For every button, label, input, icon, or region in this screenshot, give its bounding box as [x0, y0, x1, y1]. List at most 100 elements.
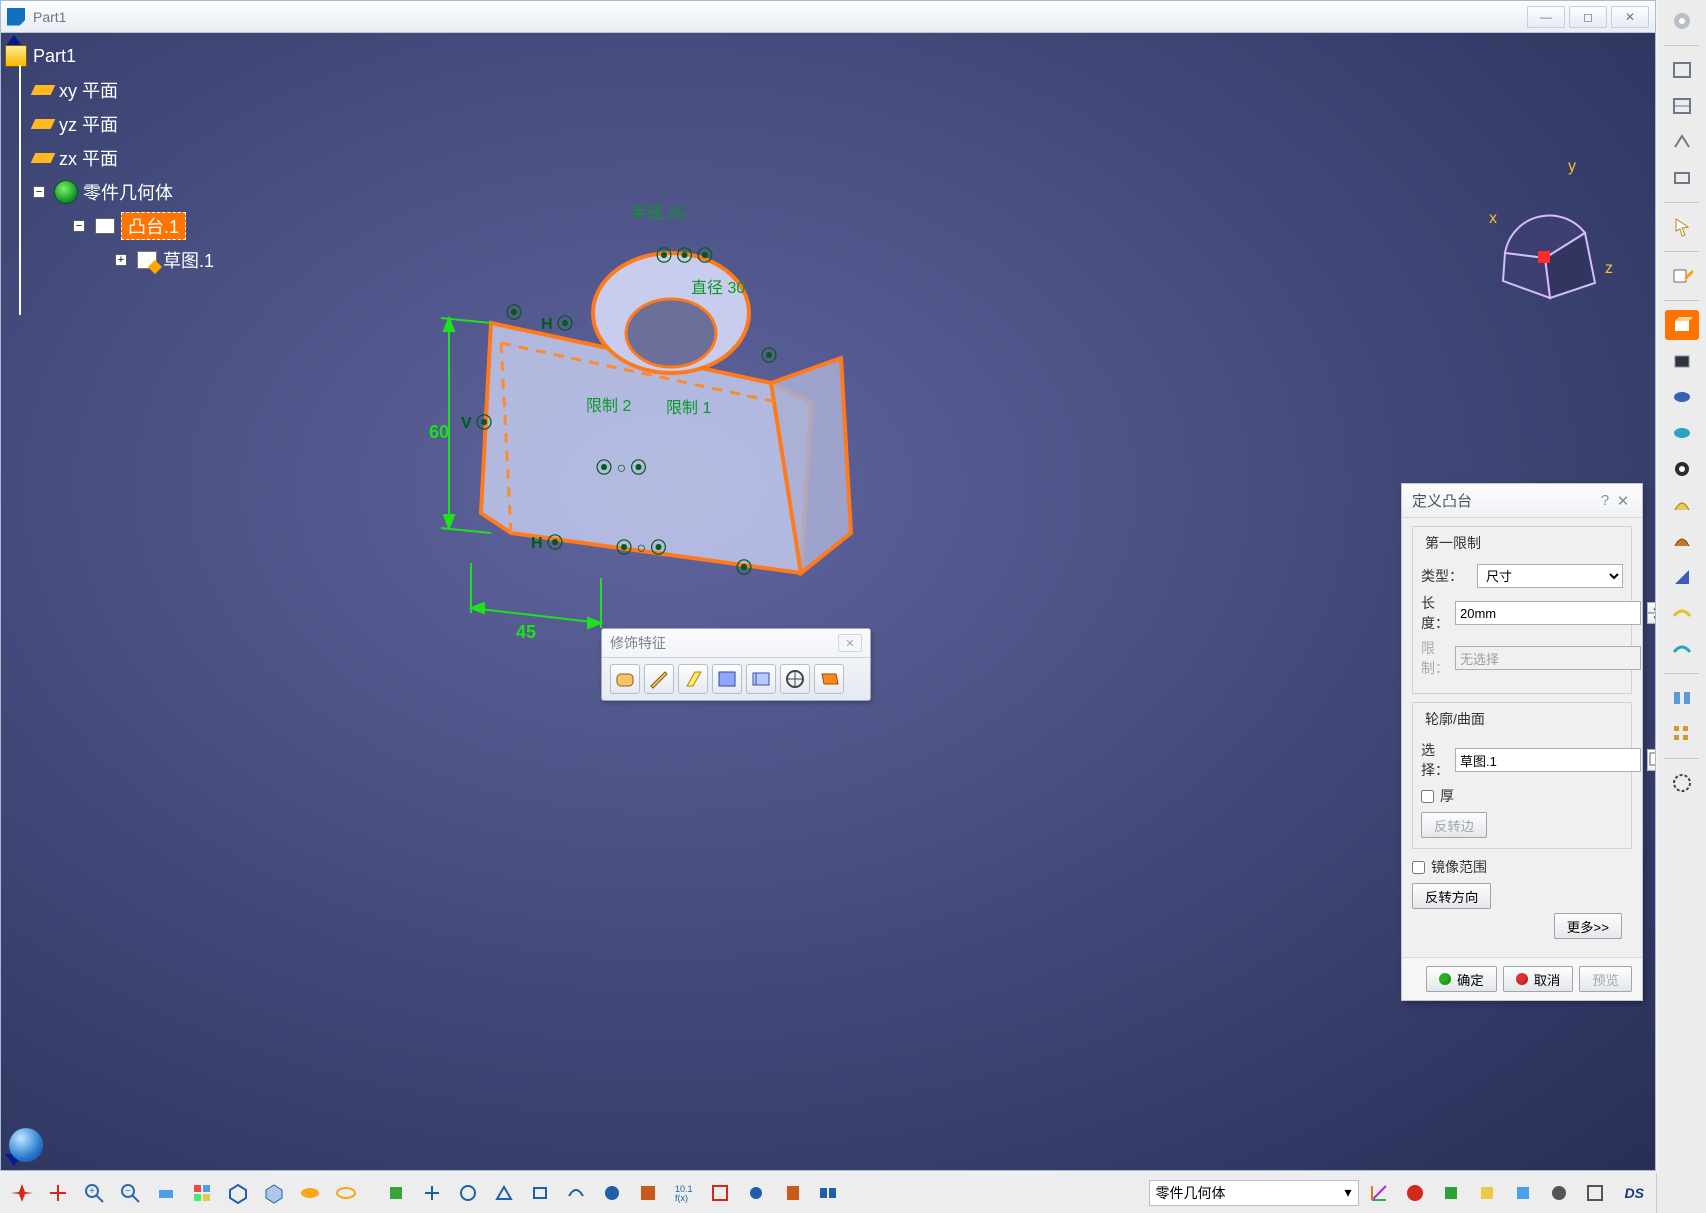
tree-partbody[interactable]: − 零件几何体 — [33, 175, 214, 209]
slot-tool-icon[interactable] — [1665, 526, 1699, 556]
svg-text:−: − — [125, 1186, 131, 1197]
fit-all-icon[interactable] — [1665, 768, 1699, 798]
tree-expander-icon[interactable]: − — [73, 220, 85, 232]
thread-button[interactable] — [780, 664, 810, 694]
part-root-icon — [5, 45, 27, 67]
tool-icon[interactable] — [1507, 1178, 1539, 1208]
dressup-toolbar[interactable]: 修饰特征 ✕ — [601, 628, 871, 701]
viewport-3d[interactable]: Part1 xy 平面 yz 平面 zx 平面 − 零件几何体 — [1, 33, 1655, 1170]
tree-plane-zx[interactable]: zx 平面 — [33, 141, 214, 175]
tool-icon[interactable] — [1543, 1178, 1575, 1208]
shading-icon[interactable] — [258, 1178, 290, 1208]
svg-text:⦿: ⦿ — [761, 347, 777, 365]
tool-icon[interactable] — [560, 1178, 592, 1208]
tool-icon[interactable] — [1435, 1178, 1467, 1208]
tool-icon[interactable] — [596, 1178, 628, 1208]
mirror-checkbox[interactable]: 镜像范围 — [1412, 857, 1632, 877]
tree-expander-icon[interactable]: − — [33, 186, 45, 198]
normal-view-icon[interactable] — [150, 1178, 182, 1208]
svg-text:⦿: ⦿ — [506, 304, 522, 322]
maximize-button[interactable]: ◻ — [1569, 6, 1607, 28]
tool-icon[interactable] — [452, 1178, 484, 1208]
tree-pad[interactable]: − 凸台.1 — [73, 209, 214, 243]
close-button[interactable]: ✕ — [1611, 6, 1649, 28]
plane-icon — [31, 119, 56, 129]
tool-icon[interactable] — [1579, 1178, 1611, 1208]
minimize-button[interactable]: — — [1527, 6, 1565, 28]
tool-icon[interactable]: 10.1f(x) — [668, 1178, 700, 1208]
wb-icon-3[interactable] — [1665, 127, 1699, 157]
tree-root[interactable]: Part1 — [5, 39, 214, 73]
tree-expander-icon[interactable]: + — [115, 254, 127, 266]
zoom-in-icon[interactable]: + — [78, 1178, 110, 1208]
length-spinner[interactable]: ▲▼ — [1647, 602, 1655, 624]
tree-sketch[interactable]: + 草图.1 — [115, 243, 214, 277]
multi-sections-icon[interactable] — [1665, 598, 1699, 628]
pocket-tool-icon[interactable] — [1665, 346, 1699, 376]
rib-tool-icon[interactable] — [1665, 490, 1699, 520]
wb-icon-1[interactable] — [1665, 55, 1699, 85]
partbody-icon — [55, 181, 77, 203]
tool-icon[interactable] — [704, 1178, 736, 1208]
tool-icon[interactable] — [776, 1178, 808, 1208]
profile-select-input[interactable] — [1455, 748, 1641, 772]
dialog-close-button[interactable]: ✕ — [1614, 492, 1632, 510]
tool-icon[interactable] — [524, 1178, 556, 1208]
reverse-direction-button[interactable]: 反转方向 — [1412, 883, 1491, 909]
axis-icon[interactable] — [1363, 1178, 1395, 1208]
groove-tool-icon[interactable] — [1665, 418, 1699, 448]
first-limit-legend: 第一限制 — [1421, 533, 1485, 553]
type-select[interactable]: 尺寸 — [1477, 564, 1623, 588]
svg-text:V ⦿: V ⦿ — [461, 414, 492, 432]
draft-button[interactable] — [678, 664, 708, 694]
tree-plane-yz[interactable]: yz 平面 — [33, 107, 214, 141]
ok-button[interactable]: 确定 — [1426, 966, 1497, 992]
compass[interactable]: y x z — [1455, 153, 1625, 303]
iso-view-icon[interactable] — [222, 1178, 254, 1208]
fillet-button[interactable] — [610, 664, 640, 694]
tool-icon[interactable] — [488, 1178, 520, 1208]
removed-multi-icon[interactable] — [1665, 634, 1699, 664]
thickness-button[interactable] — [746, 664, 776, 694]
shaft-tool-icon[interactable] — [1665, 382, 1699, 412]
cancel-button[interactable]: 取消 — [1503, 966, 1574, 992]
tool-icon[interactable] — [632, 1178, 664, 1208]
pad-tool-icon[interactable] — [1665, 310, 1699, 340]
hole-tool-icon[interactable] — [1665, 454, 1699, 484]
select-arrow-icon[interactable] — [1665, 212, 1699, 242]
mirror-tool-icon[interactable] — [1665, 683, 1699, 713]
swap-icon[interactable] — [330, 1178, 362, 1208]
settings-icon[interactable] — [1665, 6, 1699, 36]
hide-show-icon[interactable] — [294, 1178, 326, 1208]
sketch-edit-button[interactable] — [1647, 749, 1655, 771]
tool-icon[interactable] — [416, 1178, 448, 1208]
profile-group: 轮廓/曲面 选择： 厚 反转边 — [1412, 702, 1632, 849]
compass-toggle-icon[interactable] — [6, 1178, 38, 1208]
wb-icon-2[interactable] — [1665, 91, 1699, 121]
multi-view-icon[interactable] — [186, 1178, 218, 1208]
sketcher-icon[interactable] — [1665, 261, 1699, 291]
toolbar-close-button[interactable]: ✕ — [838, 634, 862, 652]
tree-plane-xy[interactable]: xy 平面 — [33, 73, 214, 107]
fly-icon[interactable] — [42, 1178, 74, 1208]
body-combo[interactable]: 零件几何体 ▾ — [1149, 1180, 1359, 1206]
thick-checkbox[interactable]: 厚 — [1421, 786, 1623, 806]
zoom-out-icon[interactable]: − — [114, 1178, 146, 1208]
removeface-button[interactable] — [814, 664, 844, 694]
sketch-icon — [137, 251, 157, 269]
tool-icon[interactable] — [380, 1178, 412, 1208]
limit-input — [1455, 646, 1641, 670]
chamfer-button[interactable] — [644, 664, 674, 694]
wb-icon-4[interactable] — [1665, 163, 1699, 193]
pattern-tool-icon[interactable] — [1665, 719, 1699, 749]
dialog-help-button[interactable]: ? — [1596, 492, 1614, 509]
tool-icon[interactable] — [1399, 1178, 1431, 1208]
shell-button[interactable] — [712, 664, 742, 694]
tool-icon[interactable] — [812, 1178, 844, 1208]
tool-icon[interactable] — [1471, 1178, 1503, 1208]
length-input[interactable] — [1455, 601, 1641, 625]
stiffener-tool-icon[interactable] — [1665, 562, 1699, 592]
compass-x-label: x — [1489, 210, 1497, 227]
more-button[interactable]: 更多>> — [1554, 913, 1622, 939]
tool-icon[interactable] — [740, 1178, 772, 1208]
